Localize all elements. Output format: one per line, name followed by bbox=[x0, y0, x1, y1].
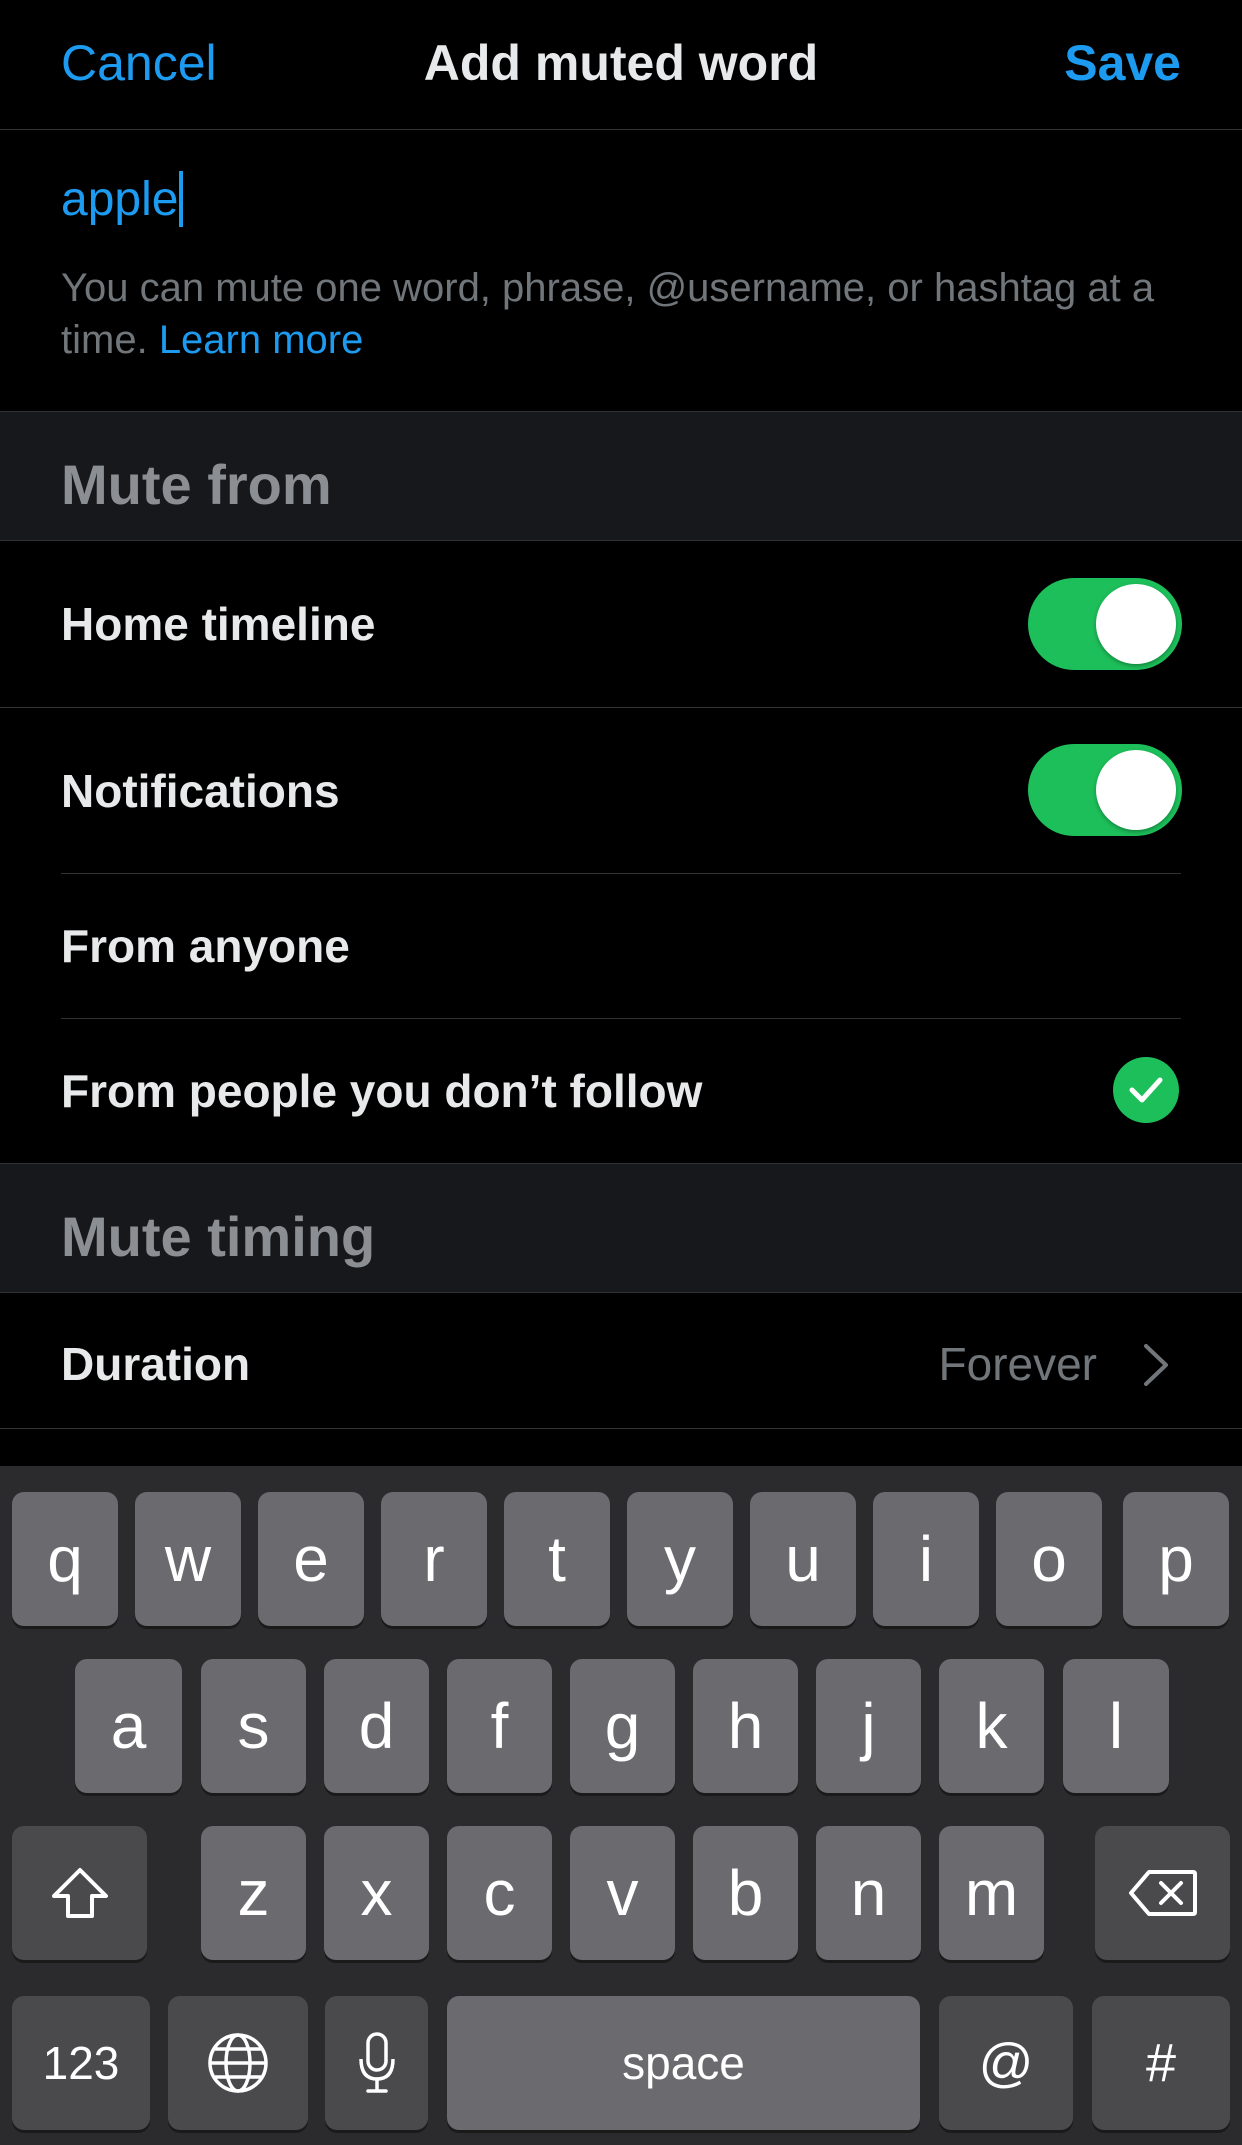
key-g[interactable]: g bbox=[570, 1659, 675, 1793]
key-t[interactable]: t bbox=[504, 1492, 610, 1626]
microphone-icon bbox=[358, 2032, 395, 2093]
chevron-right-icon bbox=[1144, 1344, 1168, 1386]
key-e[interactable]: e bbox=[258, 1492, 364, 1626]
key-a[interactable]: a bbox=[75, 1659, 182, 1793]
globe-key[interactable] bbox=[168, 1996, 308, 2130]
mute-timing-title: Mute timing bbox=[61, 1205, 376, 1268]
shift-icon bbox=[51, 1868, 108, 1918]
notifications-label: Notifications bbox=[61, 765, 340, 817]
from-not-following-option[interactable]: From people you don’t follow bbox=[0, 1018, 1242, 1163]
key-j[interactable]: j bbox=[816, 1659, 921, 1793]
dictation-key[interactable] bbox=[325, 1996, 428, 2130]
key-d[interactable]: d bbox=[324, 1659, 429, 1793]
key-s[interactable]: s bbox=[201, 1659, 306, 1793]
key-q[interactable]: q bbox=[12, 1492, 118, 1626]
page-title: Add muted word bbox=[423, 35, 819, 91]
save-button[interactable]: Save bbox=[1064, 34, 1181, 92]
at-key[interactable]: @ bbox=[939, 1996, 1073, 2130]
key-n[interactable]: n bbox=[816, 1826, 921, 1960]
nav-header: Cancel Add muted word Save bbox=[0, 0, 1242, 130]
divider bbox=[0, 1428, 1242, 1429]
mute-timing-section-header: Mute timing bbox=[0, 1163, 1242, 1293]
home-timeline-row[interactable]: Home timeline bbox=[0, 541, 1242, 707]
duration-value: Forever bbox=[938, 1338, 1097, 1390]
key-f[interactable]: f bbox=[447, 1659, 552, 1793]
key-y[interactable]: y bbox=[627, 1492, 733, 1626]
key-c[interactable]: c bbox=[447, 1826, 552, 1960]
space-key[interactable]: space bbox=[447, 1996, 920, 2130]
toggle-knob bbox=[1096, 584, 1176, 664]
backspace-key[interactable] bbox=[1095, 1826, 1230, 1960]
key-x[interactable]: x bbox=[324, 1826, 429, 1960]
key-i[interactable]: i bbox=[873, 1492, 979, 1626]
learn-more-link[interactable]: Learn more bbox=[159, 318, 364, 362]
hash-key[interactable]: # bbox=[1092, 1996, 1230, 2130]
mute-from-section-header: Mute from bbox=[0, 411, 1242, 541]
notifications-toggle[interactable] bbox=[1028, 744, 1182, 836]
mute-from-title: Mute from bbox=[61, 453, 332, 516]
key-m[interactable]: m bbox=[939, 1826, 1044, 1960]
key-w[interactable]: w bbox=[135, 1492, 241, 1626]
muted-word-input[interactable]: apple bbox=[61, 172, 178, 227]
key-z[interactable]: z bbox=[201, 1826, 306, 1960]
text-caret bbox=[179, 171, 184, 227]
key-h[interactable]: h bbox=[693, 1659, 798, 1793]
home-timeline-label: Home timeline bbox=[61, 598, 376, 650]
helper-text: You can mute one word, phrase, @username… bbox=[61, 262, 1191, 366]
from-not-following-label: From people you don’t follow bbox=[61, 1065, 703, 1117]
duration-label: Duration bbox=[61, 1338, 251, 1390]
toggle-knob bbox=[1096, 750, 1176, 830]
numbers-key[interactable]: 123 bbox=[12, 1996, 150, 2130]
key-p[interactable]: p bbox=[1123, 1492, 1229, 1626]
checkmark-icon bbox=[1113, 1057, 1179, 1123]
key-v[interactable]: v bbox=[570, 1826, 675, 1960]
backspace-icon bbox=[1128, 1870, 1197, 1916]
from-anyone-option[interactable]: From anyone bbox=[0, 873, 1242, 1018]
from-anyone-label: From anyone bbox=[61, 920, 350, 972]
key-l[interactable]: l bbox=[1063, 1659, 1169, 1793]
key-u[interactable]: u bbox=[750, 1492, 856, 1626]
key-r[interactable]: r bbox=[381, 1492, 487, 1626]
key-k[interactable]: k bbox=[939, 1659, 1044, 1793]
on-screen-keyboard: q w e r t y u i o p a s d f g h j k l z … bbox=[0, 1466, 1242, 2145]
notifications-row[interactable]: Notifications bbox=[0, 707, 1242, 873]
globe-icon bbox=[208, 2033, 268, 2093]
key-b[interactable]: b bbox=[693, 1826, 798, 1960]
home-timeline-toggle[interactable] bbox=[1028, 578, 1182, 670]
muted-word-field[interactable]: apple bbox=[61, 168, 184, 230]
key-o[interactable]: o bbox=[996, 1492, 1102, 1626]
shift-key[interactable] bbox=[12, 1826, 147, 1960]
